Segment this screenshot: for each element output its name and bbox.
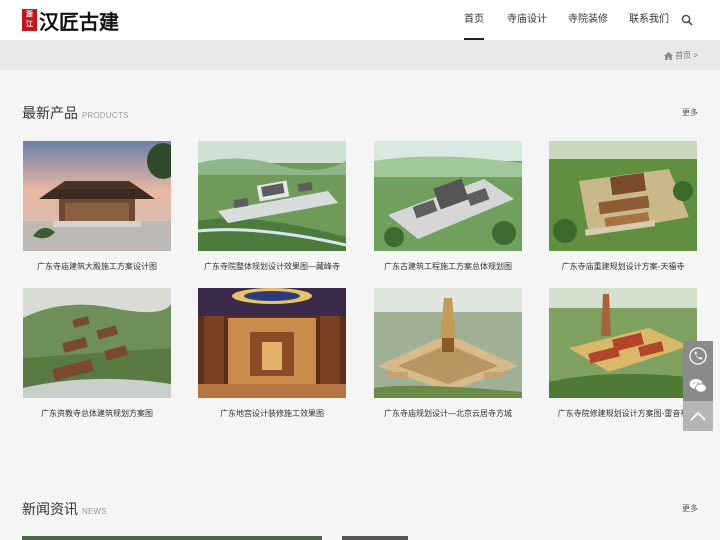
product-thumb-hillside-temple[interactable]	[23, 288, 171, 398]
product-card[interactable]: 广东寺院修建规划设计方案图-雷音禅	[549, 288, 697, 419]
news-title-en: NEWS	[82, 507, 107, 516]
product-caption[interactable]: 广东寺院修建规划设计方案图-雷音禅	[549, 408, 697, 419]
product-card[interactable]: 广东资教寺总体建筑规划方案图	[23, 288, 171, 419]
product-thumb-pagoda-city[interactable]	[374, 288, 522, 398]
news-thumb[interactable]	[22, 536, 322, 540]
breadcrumb: 首页 >	[664, 50, 698, 61]
news-title: 新闻资讯 NEWS	[22, 499, 107, 519]
logo-seal: 浙 江	[22, 9, 37, 31]
product-thumb-master-plan[interactable]	[374, 141, 522, 251]
product-caption[interactable]: 广东寺院整体规划设计效果图—藏峰寺	[198, 261, 346, 272]
product-card[interactable]: 广东寺院整体规划设计效果图—藏峰寺	[198, 141, 346, 272]
logo-text: 汉匠古建	[39, 9, 119, 34]
logo-seal-line1: 浙	[26, 11, 33, 18]
site-header: 浙 江 汉匠古建 首页 寺庙设计 寺院装修 联系我们	[0, 0, 720, 40]
product-card[interactable]: 广东寺庙重建规划设计方案-天福寺	[549, 141, 697, 272]
logo-seal-line2: 江	[26, 21, 33, 28]
products-title-en: PRODUCTS	[82, 111, 129, 120]
home-icon	[664, 51, 674, 60]
phone-button[interactable]	[683, 341, 713, 371]
news-more-link[interactable]: 更多	[682, 503, 698, 514]
product-caption[interactable]: 广东寺庙建筑大殿施工方案设计图	[23, 261, 171, 272]
product-thumb-hall[interactable]	[23, 141, 171, 251]
nav-item-contact[interactable]: 联系我们	[629, 0, 669, 40]
nav-item-temple-decoration[interactable]: 寺院装修	[568, 0, 608, 40]
breadcrumb-bar: 首页 >	[0, 40, 720, 70]
news-thumb[interactable]	[342, 536, 408, 540]
product-thumb-underground-palace[interactable]	[198, 288, 346, 398]
product-card[interactable]: 广东古建筑工程施工方案总体规划图	[374, 141, 522, 272]
products-more-link[interactable]: 更多	[682, 107, 698, 118]
product-thumb-rebuild-plan[interactable]	[549, 141, 697, 251]
product-thumb-aerial-plan[interactable]	[198, 141, 346, 251]
products-title-cn: 最新产品	[22, 105, 78, 121]
product-card[interactable]: 广东寺庙建筑大殿施工方案设计图	[23, 141, 171, 272]
product-caption[interactable]: 广东资教寺总体建筑规划方案图	[23, 408, 171, 419]
product-caption[interactable]: 广东古建筑工程施工方案总体规划图	[374, 261, 522, 272]
phone-icon	[689, 347, 707, 365]
back-to-top-button[interactable]	[683, 401, 713, 431]
wechat-button[interactable]	[683, 371, 713, 401]
breadcrumb-home-link[interactable]: 首页 >	[675, 50, 698, 61]
product-card[interactable]: 广东寺庙规划设计—北京云居寺方城	[374, 288, 522, 419]
product-caption[interactable]: 广东寺庙重建规划设计方案-天福寺	[549, 261, 697, 272]
product-caption[interactable]: 广东地宫设计装修施工效果图	[198, 408, 346, 419]
products-title: 最新产品 PRODUCTS	[22, 103, 129, 123]
site-logo[interactable]: 浙 江 汉匠古建	[22, 8, 119, 34]
product-card[interactable]: 广东地宫设计装修施工效果图	[198, 288, 346, 419]
search-icon[interactable]	[681, 14, 693, 26]
wechat-icon	[689, 379, 707, 393]
nav-item-home[interactable]: 首页	[464, 0, 484, 40]
product-thumb-temple-renovation[interactable]	[549, 288, 697, 398]
nav-item-temple-design[interactable]: 寺庙设计	[507, 0, 547, 40]
news-title-cn: 新闻资讯	[22, 501, 78, 517]
product-caption[interactable]: 广东寺庙规划设计—北京云居寺方城	[374, 408, 522, 419]
back-to-top-icon	[690, 411, 706, 421]
